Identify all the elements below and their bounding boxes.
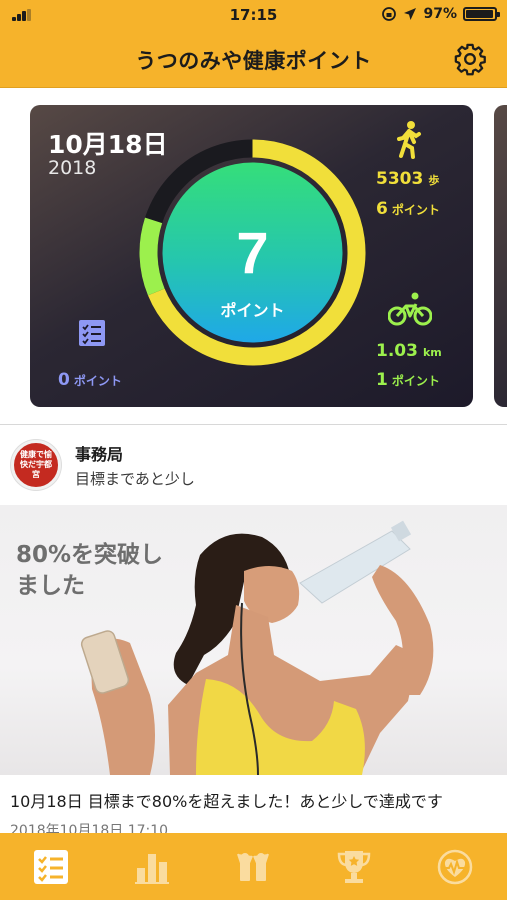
avatar-text: 健康で愉快だ宇都宮 <box>20 450 52 479</box>
bike-points: 1 ポイント <box>376 370 440 390</box>
bicycle-icon <box>388 292 432 326</box>
post-caption: 10月18日 目標まで80%を超えました！あと少しで達成です <box>10 792 443 811</box>
tab-health[interactable] <box>404 833 505 900</box>
total-points-label: ポイント <box>220 301 284 320</box>
tab-ranking[interactable] <box>303 833 404 900</box>
photo-overlay-text: 80%を突破しました <box>16 542 164 599</box>
steps-points: 6 ポイント <box>376 199 440 219</box>
battery-percent: 97% <box>423 6 457 22</box>
heart-rate-icon <box>437 849 472 884</box>
points-progress-ring: 7 ポイント <box>139 139 366 366</box>
checklist-points: 0 ポイント <box>58 370 122 390</box>
post-header[interactable]: 健康で愉快だ宇都宮 事務局 目標まであと少し <box>0 425 507 505</box>
next-card-peek[interactable] <box>494 105 507 407</box>
bike-distance: 1.03 km <box>376 341 442 361</box>
total-points: 7 <box>236 221 268 286</box>
ring-progress-bike <box>139 217 165 296</box>
post-author: 事務局 <box>75 445 124 464</box>
tab-bar <box>0 833 507 900</box>
tab-community[interactable] <box>202 833 303 900</box>
card-year: 2018 <box>48 157 97 179</box>
tab-stats[interactable] <box>101 833 202 900</box>
location-icon <box>404 8 417 20</box>
gear-icon[interactable] <box>453 42 487 76</box>
orientation-lock-icon <box>382 7 397 21</box>
checklist-icon <box>33 849 68 884</box>
nav-bar: うつのみや健康ポイント <box>0 30 507 88</box>
daily-points-card[interactable]: 10月18日 2018 7 ポイント 5303 歩 6 ポイント 1.03 km… <box>30 105 473 407</box>
post-image[interactable]: 80%を突破しました <box>0 505 507 775</box>
trophy-icon <box>337 850 370 883</box>
post-subtitle: 目標まであと少し <box>75 470 195 488</box>
battery-icon <box>463 7 500 21</box>
checklist-icon <box>79 320 105 346</box>
people-icon <box>236 852 269 881</box>
bar-chart-icon <box>134 853 169 884</box>
status-bar: 17:15 97% <box>0 0 507 30</box>
app-screen: 17:15 97% うつのみや健康ポイント 10月18日 2018 7 ポイント… <box>0 0 507 900</box>
steps-count: 5303 歩 <box>376 169 440 189</box>
walking-icon <box>397 121 421 159</box>
tab-checklist[interactable] <box>0 833 101 900</box>
app-title: うつのみや健康ポイント <box>135 49 372 73</box>
avatar: 健康で愉快だ宇都宮 <box>11 440 61 490</box>
